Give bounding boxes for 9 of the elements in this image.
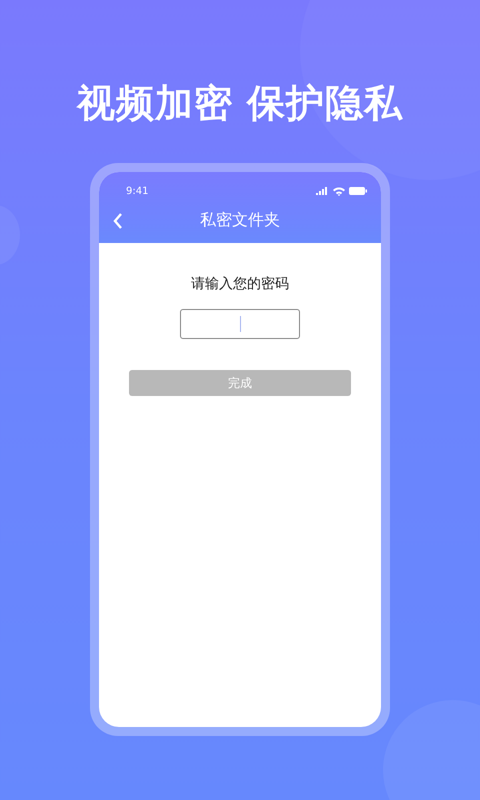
wifi-icon <box>333 186 345 196</box>
password-prompt: 请输入您的密码 <box>191 275 289 294</box>
password-field[interactable] <box>180 309 300 339</box>
battery-icon <box>349 187 367 195</box>
headline: 视频加密 保护隐私 <box>76 80 404 127</box>
back-icon <box>113 213 123 229</box>
screen-title: 私密文件夹 <box>200 210 280 231</box>
signal-icon <box>316 187 329 195</box>
status-time: 9:41 <box>126 186 148 196</box>
